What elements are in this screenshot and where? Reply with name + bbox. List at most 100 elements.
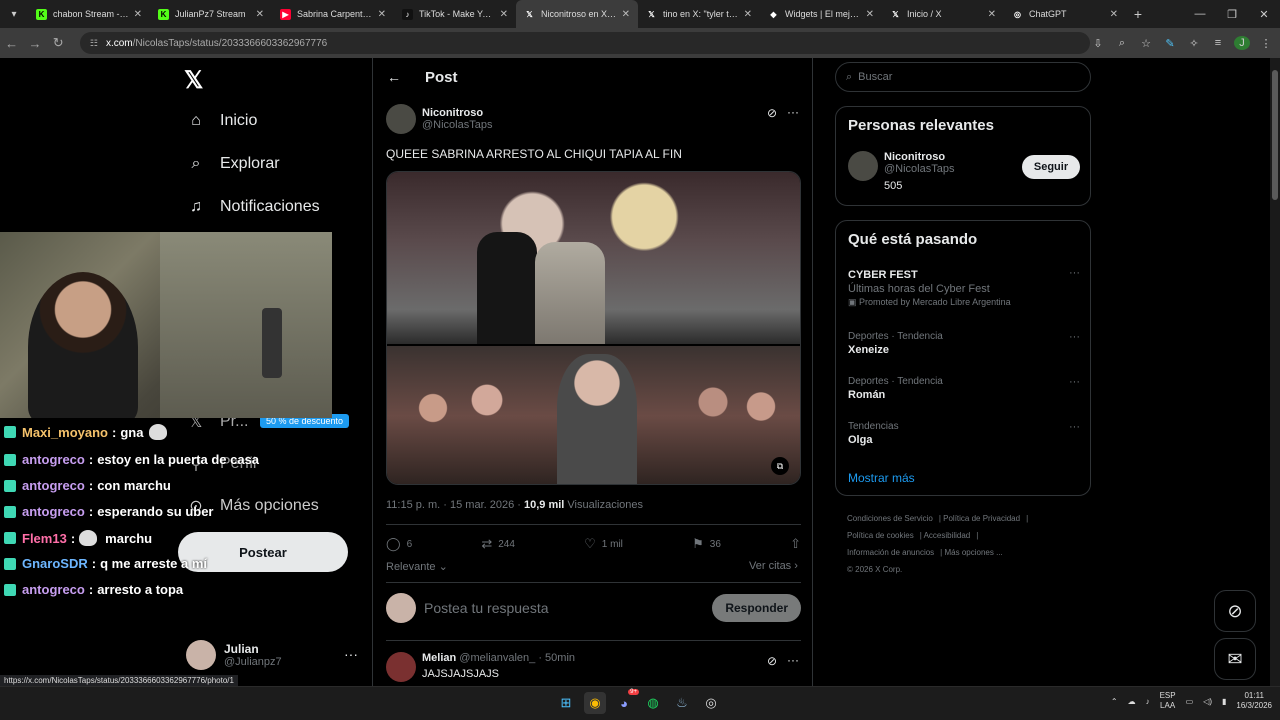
close-tab-icon[interactable]: ✕ (622, 9, 630, 20)
account-switcher[interactable]: Julian @Julianpz7 ··· (186, 640, 358, 670)
relevant-person[interactable]: Niconitroso @NicolasTaps 505 (848, 151, 954, 192)
volume-icon[interactable]: ◁) (1203, 697, 1212, 706)
post-media-gif[interactable]: ⧉ (386, 171, 801, 485)
chrome-icon[interactable]: ◉ (584, 692, 606, 714)
new-tab-button[interactable]: + (1126, 6, 1150, 22)
sort-replies-dropdown[interactable]: Relevante ⌄ (386, 560, 448, 573)
widgets-icon: ◆ (770, 9, 777, 19)
share-button[interactable]: ⇧ (790, 536, 801, 552)
post-author[interactable]: Niconitroso @NicolasTaps (386, 104, 492, 134)
browser-tab-9[interactable]: ◎ ChatGPT ✕ (1004, 0, 1126, 28)
network-icon[interactable]: ▭ (1186, 697, 1194, 706)
grok-icon[interactable]: ⊘ (767, 654, 777, 668)
like-button[interactable]: ♡ 1 mil (584, 536, 623, 552)
zoom-icon[interactable]: ⌕ (1114, 37, 1130, 50)
tab-search-chevron-icon[interactable]: ▾ (0, 0, 28, 28)
reply-button[interactable]: Responder (712, 594, 801, 622)
forward-arrow-icon[interactable]: → (23, 36, 46, 51)
media-control-icon[interactable]: ≡ (1210, 37, 1226, 49)
obs-icon[interactable]: ◎ (700, 692, 722, 714)
browser-tab-2[interactable]: K JulianPz7 Stream ✕ (150, 0, 272, 28)
nav-home[interactable]: ⌂ Inicio (186, 112, 257, 130)
show-more-link[interactable]: Mostrar más (848, 471, 915, 485)
browser-tab-8[interactable]: 𝕏 Inicio / X ✕ (882, 0, 1004, 28)
close-tab-icon[interactable]: ✕ (500, 9, 508, 20)
follow-button[interactable]: Seguir (1022, 155, 1080, 179)
reply-button[interactable]: ◯ 6 (386, 536, 412, 552)
more-dots-icon[interactable]: ··· (1069, 331, 1080, 343)
grok-icon: ⊘ (1227, 600, 1243, 621)
bookmark-button[interactable]: ⚑ 36 (692, 536, 721, 552)
browser-tab-1[interactable]: Kchabon Stream - Wa ✕ (28, 0, 150, 28)
repost-button[interactable]: ⇄ 244 (481, 536, 515, 552)
messages-button[interactable]: ✉ (1214, 638, 1256, 680)
mic-icon[interactable]: ♪ (1146, 697, 1150, 706)
grok-icon[interactable]: ⊘ (767, 106, 777, 120)
tray-chevron-icon[interactable]: ⌃ (1111, 697, 1118, 706)
page-scrollbar[interactable] (1270, 58, 1280, 686)
browser-menu-icon[interactable]: ⋮ (1258, 37, 1274, 50)
search-input[interactable]: ⌕ Buscar (835, 62, 1091, 92)
discord-icon[interactable]: ◕ 9+ (613, 689, 639, 714)
browser-tab-7[interactable]: ◆ Widgets | El mejor so ✕ (760, 0, 882, 28)
back-arrow-icon[interactable]: ← (0, 36, 23, 51)
promoted-label: ▣ Promoted by Mercado Libre Argentina (848, 297, 1011, 307)
more-dots-icon[interactable]: ··· (1069, 267, 1080, 279)
trend-item[interactable]: Tendencias Olga ··· (848, 421, 1080, 446)
extension-icon[interactable]: ✎ (1162, 37, 1178, 50)
clock[interactable]: 01:11 16/3/2026 (1236, 691, 1272, 711)
browser-tab-4[interactable]: ♪TikTok - Make Your D✕ (394, 0, 516, 28)
close-tab-icon[interactable]: ✕ (134, 9, 142, 20)
reload-icon[interactable]: ↻ (47, 35, 70, 51)
browser-tab-6[interactable]: 𝕏tino en X: "tyler the c ✕ (638, 0, 760, 28)
grok-button[interactable]: ⊘ (1214, 590, 1256, 632)
nav-notifications[interactable]: ♫ Notificaciones (186, 198, 320, 216)
close-tab-icon[interactable]: ✕ (744, 9, 752, 20)
install-app-icon[interactable]: ⇩ (1090, 37, 1106, 50)
reply-input[interactable]: Postea tu respuesta (424, 600, 712, 616)
trend-item[interactable]: Deportes · Tendencia Román ··· (848, 376, 1080, 401)
chatgpt-icon: ◎ (1014, 9, 1021, 19)
close-window-icon[interactable]: ✕ (1248, 0, 1280, 28)
profile-avatar[interactable]: J (1234, 36, 1250, 50)
browser-tab-5-active[interactable]: 𝕏 Niconitroso en X: "Q ✕ (516, 0, 638, 28)
bookmark-star-icon[interactable]: ☆ (1138, 37, 1154, 50)
language-indicator[interactable]: ESP LAA (1160, 691, 1176, 711)
concert-image (387, 172, 800, 344)
scrollbar-thumb[interactable] (1272, 70, 1278, 200)
windows-start-icon[interactable]: ⊞ (555, 692, 577, 714)
more-dots-icon[interactable]: ··· (787, 105, 799, 119)
close-tab-icon[interactable]: ✕ (988, 9, 996, 20)
post-text: QUEEE SABRINA ARRESTO AL CHIQUI TAPIA AL… (386, 147, 682, 161)
trend-item[interactable]: CYBER FEST Últimas horas del Cyber Fest … (848, 267, 1080, 308)
mute-tab-icon[interactable]: ✕ (256, 9, 264, 20)
url-field[interactable]: ☷ x.com/NicolasTaps/status/2033366603362… (79, 32, 1090, 54)
battery-icon[interactable]: ▮ (1222, 697, 1226, 706)
minimize-icon[interactable]: — (1184, 0, 1216, 28)
view-quotes-link[interactable]: Ver citas › (749, 560, 798, 572)
more-dots-icon[interactable]: ··· (787, 653, 799, 667)
subscriber-badge-icon (4, 532, 16, 544)
more-dots-icon[interactable]: ··· (1069, 376, 1080, 388)
steam-icon[interactable]: ♨ (671, 692, 693, 714)
cloud-icon[interactable]: ☁ (1128, 697, 1136, 706)
close-tab-icon[interactable]: ✕ (378, 9, 386, 20)
site-info-icon[interactable]: ☷ (90, 38, 98, 49)
subscriber-badge-icon (4, 557, 16, 570)
toolbar-icons: ⇩ ⌕ ☆ ✎ ✧ ≡ J ⋮ (1090, 36, 1274, 50)
reply-item[interactable]: Melian @melianvalen_ · 50min JAJSJAJSJAJ… (386, 652, 801, 682)
spotify-icon[interactable]: ◍ (642, 692, 664, 714)
browser-tab-3[interactable]: ▶Sabrina Carpenter - P✕ (272, 0, 394, 28)
more-dots-icon[interactable]: ··· (1069, 421, 1080, 433)
relevant-people-card: Personas relevantes Niconitroso @Nicolas… (835, 106, 1091, 206)
gif-toggle-icon[interactable]: ⧉ (771, 457, 789, 475)
x-logo-icon[interactable]: 𝕏 (184, 66, 203, 95)
back-arrow-icon[interactable]: ← (387, 69, 401, 85)
extensions-puzzle-icon[interactable]: ✧ (1186, 37, 1202, 50)
trend-item[interactable]: Deportes · Tendencia Xeneize ··· (848, 331, 1080, 356)
more-dots-icon[interactable]: ··· (344, 646, 358, 662)
nav-explore[interactable]: ⌕ Explorar (186, 155, 280, 173)
close-tab-icon[interactable]: ✕ (1110, 9, 1118, 20)
close-tab-icon[interactable]: ✕ (866, 9, 874, 20)
restore-icon[interactable]: ❐ (1216, 0, 1248, 28)
